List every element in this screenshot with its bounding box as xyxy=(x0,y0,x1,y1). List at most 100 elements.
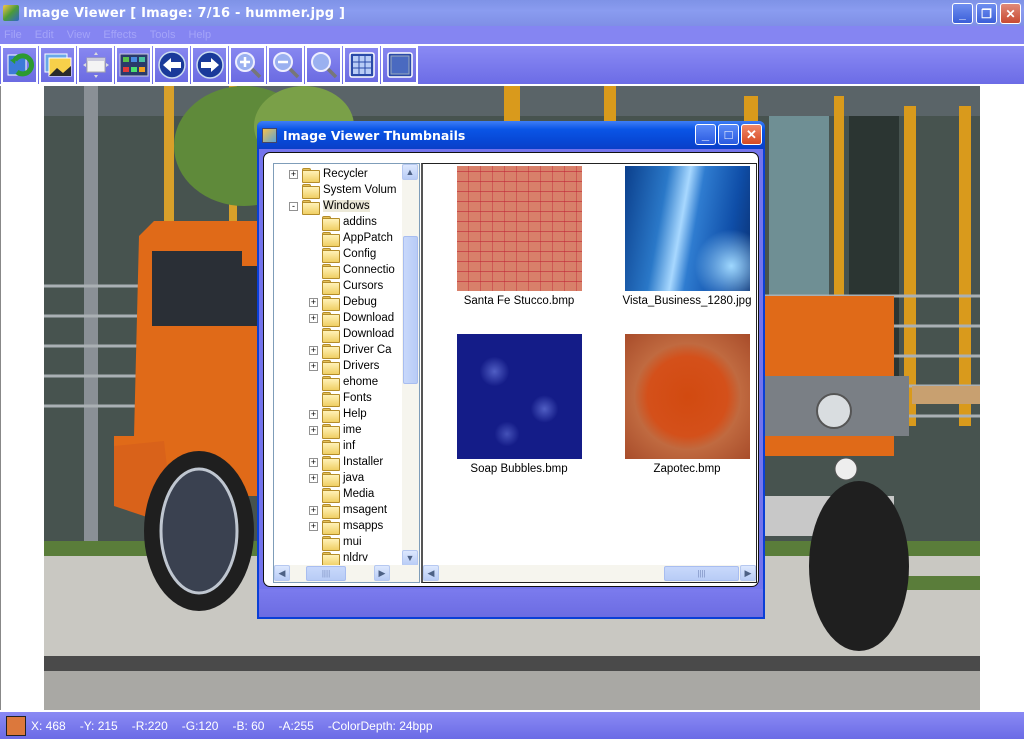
thumbs-scroll-right-button[interactable]: ▶ xyxy=(740,565,756,581)
previous-button[interactable] xyxy=(153,46,190,84)
zoom-out-button[interactable] xyxy=(267,46,304,84)
app-icon xyxy=(3,5,19,21)
expand-icon[interactable]: + xyxy=(309,297,318,307)
folder-icon xyxy=(322,455,340,471)
collapse-icon[interactable]: - xyxy=(289,201,298,211)
thumbnail-item[interactable]: Soap Bubbles.bmp xyxy=(449,334,589,475)
expand-icon[interactable]: + xyxy=(309,361,318,371)
folder-icon xyxy=(322,535,340,551)
thumbnail-item[interactable]: Santa Fe Stucco.bmp xyxy=(449,166,589,307)
next-button[interactable] xyxy=(191,46,228,84)
tree-vertical-scroll-thumb[interactable] xyxy=(403,236,418,384)
thumbs-scroll-left-button[interactable]: ◀ xyxy=(423,565,439,581)
zoom-actual-button[interactable] xyxy=(305,46,342,84)
tree-scroll-left-button[interactable]: ◀ xyxy=(274,565,290,581)
tree-node[interactable]: mui xyxy=(309,534,362,551)
folder-icon xyxy=(322,343,340,359)
tree-node[interactable]: + Installer xyxy=(309,454,383,471)
fit-window-button[interactable] xyxy=(77,46,114,84)
thumbnails-button[interactable] xyxy=(115,46,152,84)
close-button[interactable]: ✕ xyxy=(1000,3,1021,24)
tree-node[interactable]: nldrv xyxy=(309,550,368,566)
thumbs-horizontal-scrollbar[interactable]: ◀ |||| ▶ xyxy=(423,565,756,582)
thumbs-horizontal-scroll-thumb[interactable]: |||| xyxy=(664,566,739,581)
folder-icon xyxy=(322,487,340,503)
tree-node[interactable]: addins xyxy=(309,214,377,231)
tree-horizontal-scrollbar[interactable]: ◀ |||| ▶ xyxy=(274,565,419,582)
open-button[interactable] xyxy=(1,46,38,84)
dialog-maximize-button[interactable]: □ xyxy=(718,124,739,145)
dialog-title-bar[interactable]: Image Viewer Thumbnails _ □ ✕ xyxy=(257,121,765,149)
tree-node[interactable]: Cursors xyxy=(309,278,383,295)
tree-node[interactable]: + msapps xyxy=(309,518,383,535)
tree-node-label: java xyxy=(343,472,365,484)
tree-node[interactable]: Media xyxy=(309,486,374,503)
tree-node[interactable]: + Download xyxy=(309,310,394,327)
title-bar: Image Viewer [ Image: 7/16 - hummer.jpg … xyxy=(0,0,1024,26)
folder-icon xyxy=(322,471,340,487)
expand-icon[interactable]: + xyxy=(309,521,318,531)
images-button[interactable] xyxy=(39,46,76,84)
tree-node[interactable]: + Drivers xyxy=(309,358,379,375)
tree-node[interactable]: ehome xyxy=(309,374,378,391)
zoom-in-button[interactable] xyxy=(229,46,266,84)
folder-tree[interactable]: + Recycler System Volum - Windows addins AppPa… xyxy=(273,163,420,583)
tree-scroll-right-button[interactable]: ▶ xyxy=(374,565,390,581)
dialog-close-button[interactable]: ✕ xyxy=(741,124,762,145)
menu-tools[interactable]: Tools xyxy=(150,29,176,41)
expand-icon[interactable]: + xyxy=(309,313,318,323)
tree-node[interactable]: + java xyxy=(309,470,365,487)
minimize-button[interactable]: _ xyxy=(952,3,973,24)
tree-node[interactable]: Connectio xyxy=(309,262,395,279)
tree-node[interactable]: + ime xyxy=(309,422,362,439)
tree-node-label: nldrv xyxy=(343,552,368,564)
thumbnail-label: Soap Bubbles.bmp xyxy=(470,463,568,475)
tree-node[interactable]: + Debug xyxy=(309,294,377,311)
tree-node[interactable]: + Driver Ca xyxy=(309,342,392,359)
expand-icon[interactable]: + xyxy=(309,473,318,483)
grid-view-icon xyxy=(348,52,375,78)
menu-file[interactable]: File xyxy=(4,29,22,41)
expand-icon[interactable]: + xyxy=(309,457,318,467)
menu-view[interactable]: View xyxy=(67,29,91,41)
scroll-up-button[interactable]: ▲ xyxy=(402,164,418,180)
tree-vertical-scrollbar[interactable]: ▲ ▼ xyxy=(402,164,419,566)
tree-node-label: AppPatch xyxy=(343,232,393,244)
chevron-right-icon: ▶ xyxy=(378,567,386,578)
tree-node[interactable]: - Windows xyxy=(289,198,370,215)
status-color-depth: -ColorDepth: 24bpp xyxy=(327,718,433,733)
full-view-icon xyxy=(386,52,413,78)
dialog-minimize-button[interactable]: _ xyxy=(695,124,716,145)
menu-help[interactable]: Help xyxy=(188,29,211,41)
minimize-icon: _ xyxy=(959,6,966,21)
expand-icon[interactable]: + xyxy=(309,409,318,419)
tree-node[interactable]: inf xyxy=(309,438,355,455)
tree-node[interactable]: + Recycler xyxy=(289,166,368,183)
full-view-button[interactable] xyxy=(381,46,418,84)
tree-node[interactable]: AppPatch xyxy=(309,230,393,247)
tree-node[interactable]: Download xyxy=(309,326,394,343)
folder-icon xyxy=(322,407,340,423)
menu-edit[interactable]: Edit xyxy=(35,29,54,41)
expand-icon[interactable]: + xyxy=(309,425,318,435)
tree-node[interactable]: + msagent xyxy=(309,502,387,519)
grid-view-button[interactable] xyxy=(343,46,380,84)
thumbnail-item[interactable]: Vista_Business_1280.jpg xyxy=(617,166,756,307)
scroll-down-button[interactable]: ▼ xyxy=(402,550,418,566)
tree-node[interactable]: Config xyxy=(309,246,376,263)
folder-icon xyxy=(322,423,340,439)
expand-icon[interactable]: + xyxy=(289,169,298,179)
tree-node[interactable]: + Help xyxy=(309,406,367,423)
status-a: -A:255 xyxy=(278,718,314,733)
expand-icon[interactable]: + xyxy=(309,505,318,515)
thumbnail-item[interactable]: Zapotec.bmp xyxy=(617,334,756,475)
restore-button[interactable]: ❐ xyxy=(976,3,997,24)
tree-horizontal-scroll-thumb[interactable]: |||| xyxy=(306,566,346,581)
menu-effects[interactable]: Effects xyxy=(103,29,136,41)
tree-node[interactable]: System Volum xyxy=(289,182,397,199)
restore-icon: ❐ xyxy=(981,6,992,21)
thumbnail-image xyxy=(456,334,582,459)
tree-node[interactable]: Fonts xyxy=(309,390,372,407)
expand-icon[interactable]: + xyxy=(309,345,318,355)
folder-icon xyxy=(322,247,340,263)
